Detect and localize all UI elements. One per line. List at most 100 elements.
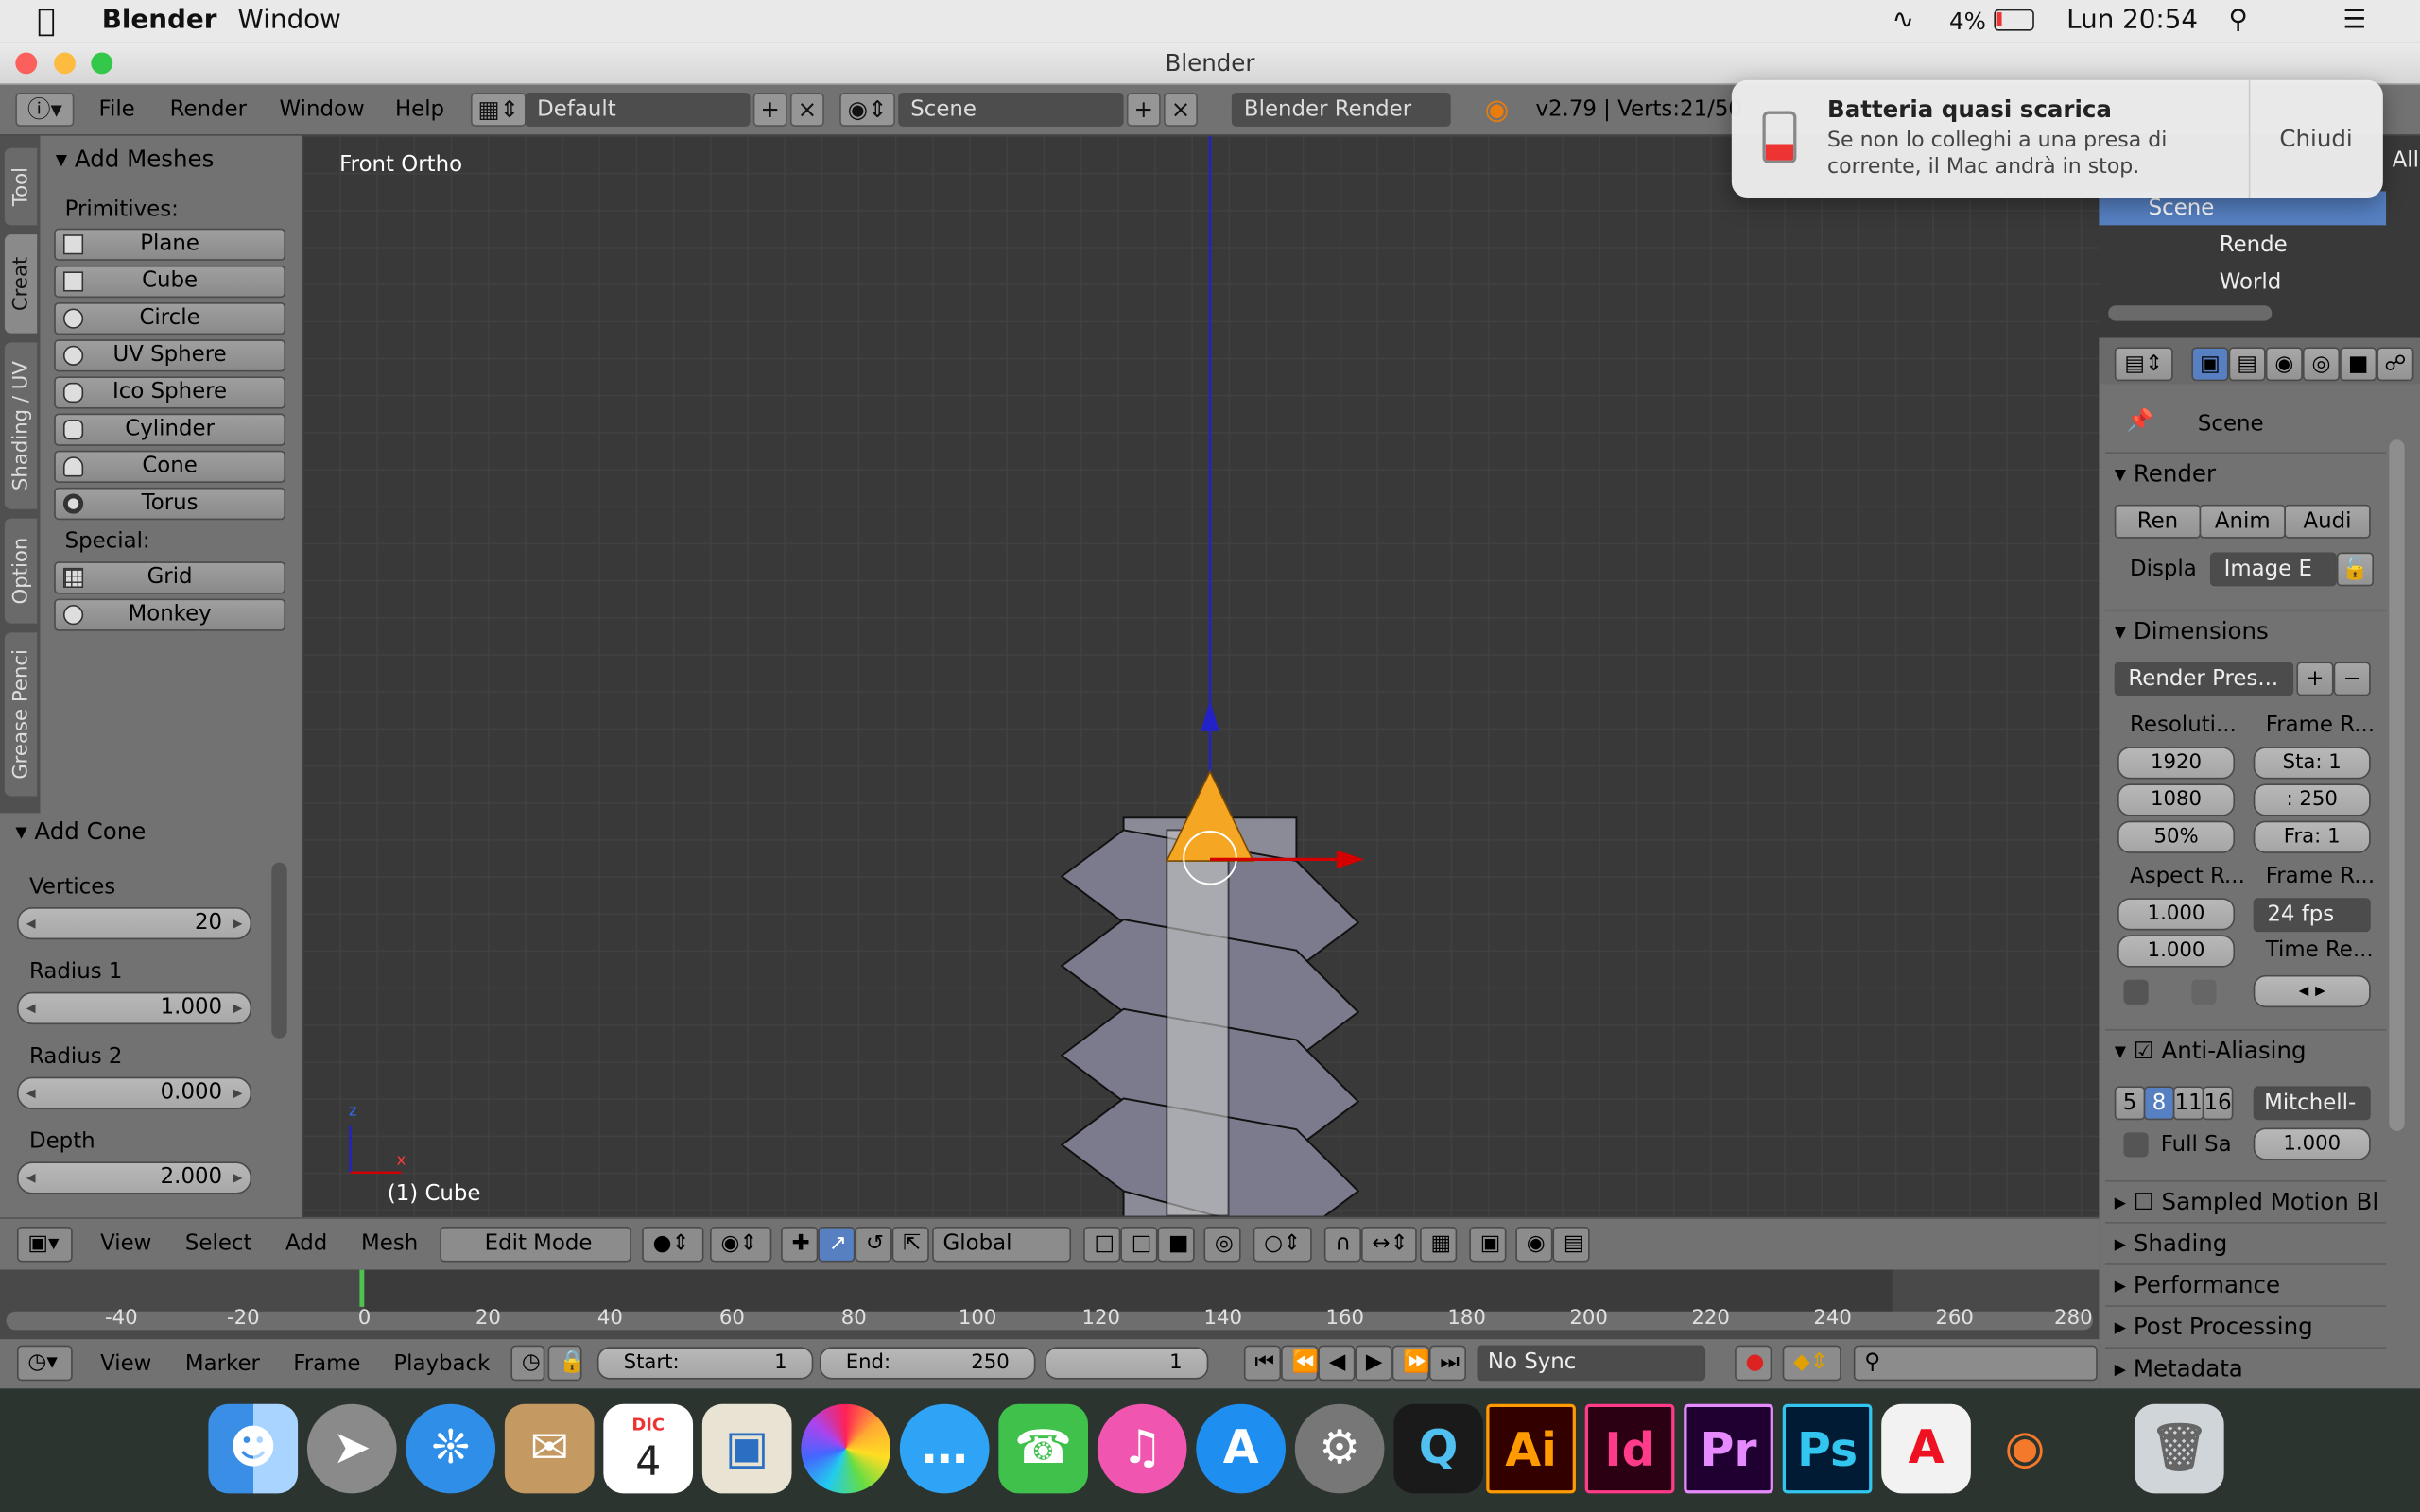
aa-size-field[interactable]: 1.000: [2253, 1127, 2371, 1160]
3d-viewport[interactable]: Front Ortho z x (1) Cube: [302, 135, 2100, 1216]
aa-samples-5[interactable]: 5: [2114, 1086, 2146, 1121]
spotlight-icon[interactable]: ⚲: [2229, 5, 2248, 36]
keying-set-select[interactable]: ◆⇕: [1782, 1345, 1841, 1382]
itunes-icon[interactable]: ♫: [1097, 1403, 1187, 1494]
tl-menu-playback[interactable]: Playback: [393, 1351, 490, 1376]
scene-tab-icon[interactable]: ◉: [2265, 347, 2303, 382]
add-meshes-header[interactable]: ▾ Add Meshes: [56, 145, 215, 172]
sampled-motion-blur-panel-header[interactable]: ▸ ☐ Sampled Motion Bl: [2104, 1179, 2387, 1219]
close-window-button[interactable]: [15, 52, 38, 75]
keying-set-field[interactable]: ⚲: [1853, 1345, 2098, 1382]
x-axis-arrow[interactable]: [1336, 850, 1365, 869]
frame-end-field[interactable]: : 250: [2253, 783, 2371, 816]
scene-icon[interactable]: ◉⇕: [839, 92, 895, 127]
scene-remove-button[interactable]: ×: [1164, 92, 1198, 127]
full-sample-checkbox[interactable]: [2123, 1132, 2149, 1158]
aspect-x-field[interactable]: 1.000: [2118, 898, 2236, 931]
resolution-x-field[interactable]: 1920: [2118, 747, 2236, 780]
z-axis-arrow[interactable]: [1201, 700, 1219, 731]
aa-samples-8[interactable]: 8: [2143, 1086, 2175, 1121]
aa-filter-select[interactable]: Mitchell-: [2253, 1086, 2371, 1121]
radius2-field[interactable]: 0.000: [16, 1076, 252, 1109]
launchpad-icon[interactable]: ➤: [306, 1403, 397, 1494]
preview-icon[interactable]: ▣: [701, 1403, 792, 1494]
play-reverse-button[interactable]: ◀: [1318, 1345, 1356, 1382]
pivot-select[interactable]: ◉⇕: [710, 1226, 772, 1263]
add-cube-button[interactable]: Cube: [54, 265, 286, 299]
add-cone-header[interactable]: ▾ Add Cone: [15, 817, 146, 845]
proportional-falloff-select[interactable]: ○⇕: [1253, 1226, 1312, 1263]
time-remap-fields[interactable]: ◂ ▸: [2253, 974, 2371, 1008]
app-store-icon[interactable]: A: [1196, 1403, 1286, 1494]
vertex-select-mode[interactable]: □: [1083, 1226, 1121, 1263]
snap-toggle[interactable]: ∩: [1323, 1226, 1361, 1263]
menu-file[interactable]: File: [98, 97, 134, 122]
current-frame-marker[interactable]: [359, 1269, 365, 1307]
tl-menu-marker[interactable]: Marker: [185, 1351, 260, 1376]
layout-remove-button[interactable]: ×: [789, 92, 824, 127]
performance-panel-header[interactable]: ▸ Performance: [2104, 1263, 2387, 1302]
finder-icon[interactable]: ☻: [208, 1403, 299, 1494]
premiere-icon[interactable]: Pr: [1684, 1403, 1773, 1494]
aa-samples-11[interactable]: 11: [2172, 1086, 2204, 1121]
fps-select[interactable]: 24 fps: [2253, 898, 2371, 933]
indesign-icon[interactable]: Id: [1584, 1403, 1675, 1494]
record-button[interactable]: ●: [1735, 1345, 1772, 1382]
sync-mode-select[interactable]: No Sync: [1477, 1345, 1706, 1382]
manipulator-toggle[interactable]: ✚: [781, 1226, 819, 1263]
rotate-manipulator[interactable]: ↺: [855, 1226, 892, 1263]
menu-add[interactable]: Add: [285, 1231, 327, 1256]
panel-scrollbar[interactable]: [271, 862, 287, 1039]
depth-field[interactable]: 2.000: [16, 1161, 252, 1194]
menubar-app-name[interactable]: Blender: [102, 5, 217, 36]
object-tab-icon[interactable]: ■: [2340, 347, 2377, 382]
preset-remove-button[interactable]: −: [2333, 662, 2371, 696]
messages-icon[interactable]: …: [899, 1403, 990, 1494]
start-frame-field[interactable]: Start: 1: [596, 1347, 814, 1380]
render-tab-icon[interactable]: ▣: [2191, 347, 2229, 382]
menubar-window[interactable]: Window: [237, 5, 340, 36]
selected-cone[interactable]: [1165, 769, 1255, 862]
battery-percent[interactable]: 4%: [1949, 8, 1986, 35]
jump-keyframe-forward-button[interactable]: ⏩: [1392, 1345, 1430, 1382]
tab-options[interactable]: Option: [4, 518, 38, 624]
notification-close-button[interactable]: Chiudi: [2279, 125, 2352, 152]
photoshop-icon[interactable]: Ps: [1782, 1403, 1873, 1494]
frame-start-field[interactable]: Sta: 1: [2253, 747, 2371, 780]
helix-mesh[interactable]: [1060, 816, 1360, 1216]
calendar-icon[interactable]: DIC 4: [603, 1403, 694, 1494]
metadata-panel-header[interactable]: ▸ Metadata: [2104, 1347, 2387, 1385]
properties-editor-icon[interactable]: ▤⇕: [2114, 347, 2173, 382]
add-cone-button[interactable]: Cone: [54, 450, 286, 484]
dimensions-panel-header[interactable]: ▾ Dimensions: [2104, 609, 2387, 648]
menubar-clock[interactable]: Lun 20:54: [2066, 5, 2198, 36]
add-ico-sphere-button[interactable]: Ico Sphere: [54, 376, 286, 409]
layout-icon[interactable]: ▦⇕: [470, 92, 527, 127]
tl-menu-view[interactable]: View: [100, 1351, 151, 1376]
mode-select[interactable]: Edit Mode: [440, 1226, 631, 1263]
menu-render[interactable]: Render: [170, 97, 247, 122]
tab-grease-pencil[interactable]: Grease Penci: [4, 632, 38, 797]
viewport-shading-select[interactable]: ●⇕: [642, 1226, 704, 1263]
render-image-button[interactable]: Ren: [2114, 504, 2202, 539]
render-layers-tab-icon[interactable]: ▤: [2228, 347, 2266, 382]
frame-step-field[interactable]: Fra: 1: [2253, 820, 2371, 853]
face-select-mode[interactable]: ■: [1157, 1226, 1195, 1263]
quicktime-icon[interactable]: Q: [1393, 1403, 1483, 1494]
minimize-window-button[interactable]: [54, 52, 76, 75]
render-animation-button[interactable]: Anim: [2199, 504, 2286, 539]
snap-target-icon[interactable]: ▦: [1420, 1226, 1458, 1263]
vertices-field[interactable]: 20: [16, 906, 252, 940]
snap-element-select[interactable]: ↔⇕: [1361, 1226, 1417, 1263]
render-engine-select[interactable]: Blender Render: [1231, 92, 1451, 127]
add-grid-button[interactable]: Grid: [54, 561, 286, 594]
border-checkbox[interactable]: [2123, 979, 2149, 1005]
trash-icon[interactable]: 🗑: [2134, 1403, 2224, 1494]
edge-select-mode[interactable]: □: [1120, 1226, 1158, 1263]
viewport-scene[interactable]: [302, 135, 2099, 1216]
outliner-row-world[interactable]: World: [2099, 266, 2386, 300]
radius1-field[interactable]: 1.000: [16, 991, 252, 1025]
add-monkey-button[interactable]: Monkey: [54, 598, 286, 631]
crop-checkbox[interactable]: [2191, 979, 2217, 1005]
translate-manipulator[interactable]: ↗: [818, 1226, 856, 1263]
